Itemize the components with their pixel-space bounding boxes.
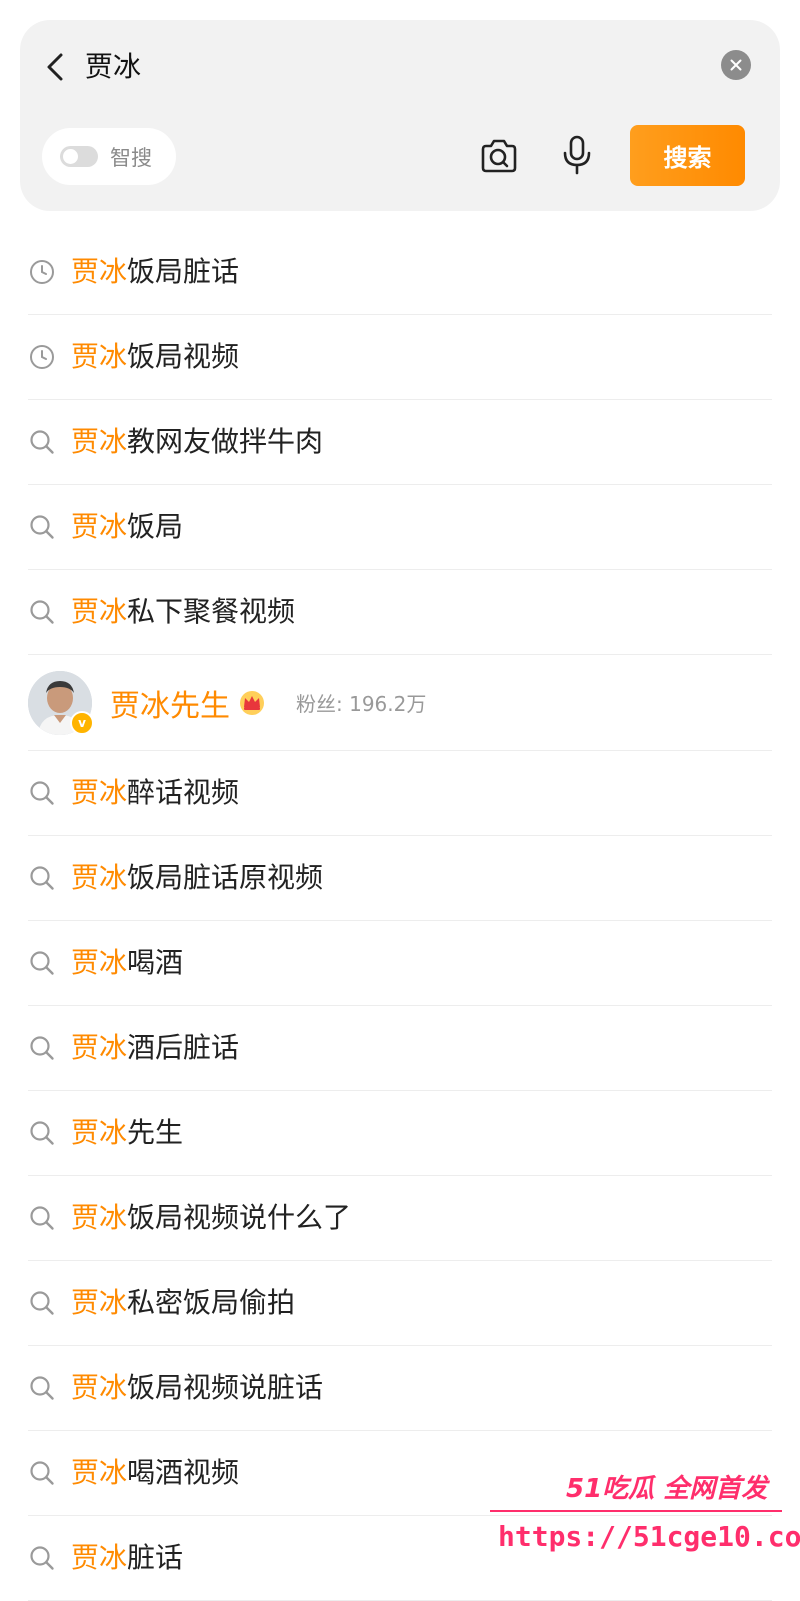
search-icon bbox=[28, 1119, 56, 1147]
microphone-icon bbox=[563, 135, 591, 175]
close-icon bbox=[730, 59, 742, 71]
matched-keyword: 贾冰 bbox=[71, 1456, 128, 1489]
toggle-switch[interactable] bbox=[60, 146, 98, 167]
smart-search-toggle[interactable]: 智搜 bbox=[42, 128, 176, 185]
suggestion-text: 贾冰饭局视频说脏话 bbox=[71, 1368, 323, 1408]
matched-keyword: 贾冰 bbox=[71, 1116, 128, 1149]
suggestion-text: 贾冰喝酒 bbox=[71, 943, 183, 983]
search-icon bbox=[28, 864, 56, 892]
suggestion-item[interactable]: 贾冰教网友做拌牛肉 bbox=[28, 400, 772, 485]
matched-keyword: 贾冰 bbox=[71, 861, 128, 894]
suggestion-item[interactable]: 贾冰喝酒 bbox=[28, 921, 772, 1006]
fan-count: 粉丝: 196.2万 bbox=[296, 692, 427, 716]
search-icon bbox=[28, 428, 56, 456]
suggestion-rest: 私下聚餐视频 bbox=[127, 595, 296, 628]
search-icon bbox=[28, 949, 56, 977]
search-icon bbox=[28, 1289, 56, 1317]
suggestion-item[interactable]: 贾冰饭局 bbox=[28, 485, 772, 570]
suggestion-rest: 饭局脏话原视频 bbox=[127, 861, 324, 894]
search-icon bbox=[28, 598, 56, 626]
voice-search-button[interactable] bbox=[557, 132, 597, 178]
suggestion-item[interactable]: 贾冰饭局脏话原视频 bbox=[28, 836, 772, 921]
search-icon bbox=[28, 1204, 56, 1232]
watermark-divider bbox=[490, 1510, 782, 1512]
suggestion-item[interactable]: 贾冰醉话视频 bbox=[28, 751, 772, 836]
clock-icon bbox=[28, 258, 56, 286]
suggestion-text: 贾冰先生 bbox=[71, 1113, 183, 1153]
toggle-knob bbox=[63, 149, 78, 164]
user-name: 贾冰先生 bbox=[110, 688, 230, 724]
search-icon bbox=[28, 1034, 56, 1062]
suggestion-item[interactable]: 贾冰先生 bbox=[28, 1091, 772, 1176]
matched-keyword: 贾冰 bbox=[71, 776, 128, 809]
suggestion-rest: 私密饭局偷拍 bbox=[127, 1286, 296, 1319]
suggestion-text: 贾冰喝酒视频 bbox=[71, 1453, 239, 1493]
suggestion-rest: 醉话视频 bbox=[127, 776, 240, 809]
suggestion-rest: 饭局视频说什么了 bbox=[127, 1201, 352, 1234]
suggestion-item[interactable]: 贾冰酒后脏话 bbox=[28, 1006, 772, 1091]
chevron-left-icon bbox=[47, 53, 63, 81]
camera-button[interactable] bbox=[477, 134, 521, 178]
clock-icon bbox=[28, 343, 56, 371]
suggestion-rest: 饭局 bbox=[127, 510, 184, 543]
matched-keyword: 贾冰 bbox=[71, 1286, 128, 1319]
matched-keyword: 贾冰 bbox=[71, 255, 128, 288]
user-suggestion-row[interactable]: v 贾冰先生 粉丝: 196.2万 bbox=[28, 655, 772, 751]
search-input[interactable]: 贾冰 bbox=[85, 47, 141, 87]
suggestion-rest: 饭局脏话 bbox=[127, 255, 240, 288]
matched-keyword: 贾冰 bbox=[71, 595, 128, 628]
suggestion-text: 贾冰脏话 bbox=[71, 1538, 183, 1578]
suggestion-text: 贾冰饭局脏话原视频 bbox=[71, 858, 323, 898]
search-icon bbox=[28, 1374, 56, 1402]
suggestion-list: 贾冰饭局脏话 贾冰饭局视频 贾冰教网友做拌牛肉 贾冰饭局 贾冰私下聚餐视频 v 贾冰先生 粉丝… bbox=[0, 230, 800, 1601]
suggestion-text: 贾冰醉话视频 bbox=[71, 773, 239, 813]
watermark-title: 51吃瓜 全网首发 bbox=[566, 1474, 768, 1504]
suggestion-item[interactable]: 贾冰饭局视频说什么了 bbox=[28, 1176, 772, 1261]
matched-keyword: 贾冰 bbox=[71, 1031, 128, 1064]
search-icon bbox=[28, 1544, 56, 1572]
suggestion-item[interactable]: 贾冰私密饭局偷拍 bbox=[28, 1261, 772, 1346]
suggestion-text: 贾冰私下聚餐视频 bbox=[71, 592, 295, 632]
history-item[interactable]: 贾冰饭局脏话 bbox=[28, 230, 772, 315]
smart-search-label: 智搜 bbox=[110, 145, 152, 170]
suggestion-text: 贾冰饭局视频 bbox=[71, 337, 239, 377]
suggestion-text: 贾冰教网友做拌牛肉 bbox=[71, 422, 323, 462]
suggestion-item[interactable]: 贾冰饭局视频说脏话 bbox=[28, 1346, 772, 1431]
history-item[interactable]: 贾冰饭局视频 bbox=[28, 315, 772, 400]
suggestion-rest: 饭局视频 bbox=[127, 340, 240, 373]
back-button[interactable] bbox=[38, 50, 72, 84]
suggestion-rest: 喝酒视频 bbox=[127, 1456, 240, 1489]
suggestion-rest: 酒后脏话 bbox=[127, 1031, 240, 1064]
avatar[interactable]: v bbox=[28, 670, 94, 735]
search-icon bbox=[28, 779, 56, 807]
crown-icon bbox=[238, 689, 266, 717]
matched-keyword: 贾冰 bbox=[71, 1541, 128, 1574]
matched-keyword: 贾冰 bbox=[71, 946, 128, 979]
suggestion-rest: 脏话 bbox=[127, 1541, 184, 1574]
watermark-url: https://51cge10.com bbox=[498, 1520, 800, 1553]
search-button[interactable]: 搜索 bbox=[630, 125, 745, 186]
search-bar: 贾冰 智搜 搜索 bbox=[20, 20, 780, 211]
suggestion-text: 贾冰私密饭局偷拍 bbox=[71, 1283, 295, 1323]
suggestion-text: 贾冰饭局视频说什么了 bbox=[71, 1198, 351, 1238]
suggestion-rest: 喝酒 bbox=[127, 946, 184, 979]
matched-keyword: 贾冰 bbox=[71, 340, 128, 373]
watermark: 51吃瓜 全网首发 https://51cge10.com bbox=[486, 1458, 800, 1598]
matched-keyword: 贾冰 bbox=[71, 510, 128, 543]
matched-keyword: 贾冰 bbox=[71, 1371, 128, 1404]
matched-keyword: 贾冰 bbox=[71, 1201, 128, 1234]
search-icon bbox=[28, 513, 56, 541]
matched-keyword: 贾冰 bbox=[71, 425, 128, 458]
suggestion-text: 贾冰饭局脏话 bbox=[71, 252, 239, 292]
suggestion-text: 贾冰饭局 bbox=[71, 507, 183, 547]
suggestion-rest: 饭局视频说脏话 bbox=[127, 1371, 324, 1404]
suggestion-item[interactable]: 贾冰私下聚餐视频 bbox=[28, 570, 772, 655]
verified-badge-icon: v bbox=[70, 710, 94, 735]
camera-scan-icon bbox=[481, 139, 517, 173]
suggestion-rest: 先生 bbox=[127, 1116, 184, 1149]
search-icon bbox=[28, 1459, 56, 1487]
suggestion-rest: 教网友做拌牛肉 bbox=[127, 425, 324, 458]
clear-button[interactable] bbox=[721, 50, 751, 80]
suggestion-text: 贾冰酒后脏话 bbox=[71, 1028, 239, 1068]
